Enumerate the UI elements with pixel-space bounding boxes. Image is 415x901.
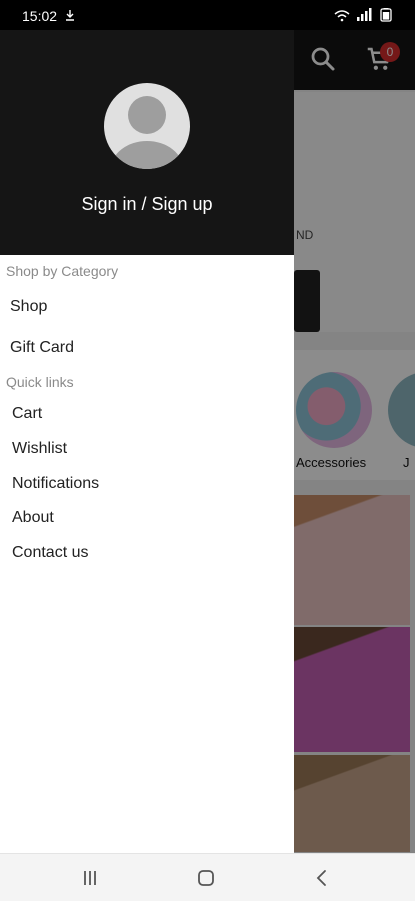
navigation-drawer: Sign in / Sign up Shop by Category Shop … <box>0 30 294 853</box>
download-icon <box>66 10 74 21</box>
drawer-item-label: Contact us <box>12 544 89 561</box>
drawer-item-notifications[interactable]: Notifications <box>0 467 294 501</box>
section-quick-links: Quick links <box>6 374 74 390</box>
drawer-item-contact-us[interactable]: Contact us <box>0 536 294 570</box>
drawer-item-wishlist[interactable]: Wishlist <box>0 432 294 466</box>
status-icons <box>334 8 392 22</box>
sign-in-button[interactable]: Sign in / Sign up <box>0 194 294 215</box>
status-time: 15:02 <box>22 8 58 24</box>
drawer-item-shop[interactable]: Shop <box>0 290 294 324</box>
signal-icon <box>357 8 372 21</box>
drawer-item-label: Cart <box>12 405 43 422</box>
drawer-header: Sign in / Sign up <box>0 30 294 255</box>
recent-apps-icon[interactable] <box>78 866 102 890</box>
drawer-item-label: Gift Card <box>10 339 75 356</box>
home-icon[interactable] <box>194 866 218 890</box>
drawer-item-cart[interactable]: Cart <box>0 397 294 431</box>
drawer-item-label: Wishlist <box>12 440 68 457</box>
drawer-item-about[interactable]: About <box>0 501 294 535</box>
system-nav-bar <box>0 853 415 901</box>
battery-icon <box>380 8 392 22</box>
drawer-item-gift-card[interactable]: Gift Card <box>0 331 294 365</box>
drawer-item-label: Shop <box>10 298 48 315</box>
section-shop-by-category: Shop by Category <box>6 263 119 279</box>
back-icon[interactable] <box>310 866 334 890</box>
status-bar: 15:02 <box>0 0 415 30</box>
drawer-item-label: About <box>12 509 54 526</box>
wifi-icon <box>334 10 350 22</box>
drawer-item-label: Notifications <box>12 475 100 492</box>
account-avatar-icon[interactable] <box>104 83 190 169</box>
